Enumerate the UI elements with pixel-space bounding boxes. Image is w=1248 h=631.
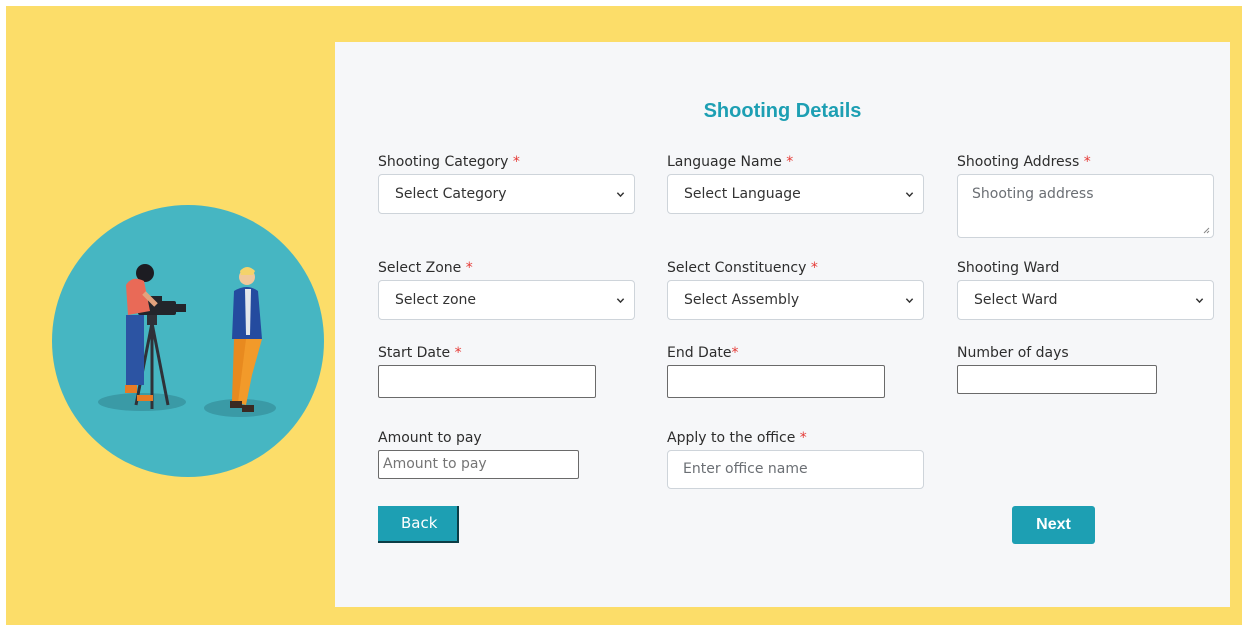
language-name-label: Language Name *	[667, 154, 793, 170]
start-date-label-text: Start Date	[378, 345, 451, 361]
shooting-category-value: Select Category	[395, 186, 507, 202]
apply-to-office-label: Apply to the office *	[667, 430, 807, 446]
shooting-category-select[interactable]: Select Category	[378, 174, 635, 214]
select-constituency-label-text: Select Constituency	[667, 260, 807, 276]
end-date-label-text: End Date	[667, 345, 732, 361]
required-asterisk: *	[512, 154, 520, 170]
film-shooting-illustration	[52, 205, 324, 477]
required-asterisk: *	[1083, 154, 1091, 170]
amount-to-pay-label: Amount to pay	[378, 430, 482, 446]
required-asterisk: *	[810, 260, 818, 276]
shooting-category-label-text: Shooting Category	[378, 154, 509, 170]
ward-value: Select Ward	[974, 292, 1058, 308]
apply-to-office-label-text: Apply to the office	[667, 430, 796, 446]
form-title: Shooting Details	[703, 100, 862, 122]
start-date-label: Start Date *	[378, 345, 462, 361]
required-asterisk: *	[454, 345, 462, 361]
required-asterisk: *	[465, 260, 473, 276]
chevron-down-icon	[905, 298, 914, 304]
zone-select[interactable]: Select zone	[378, 280, 635, 320]
shooting-address-textarea[interactable]: Shooting address	[957, 174, 1214, 238]
required-asterisk: *	[799, 430, 807, 446]
amount-to-pay-placeholder: Amount to pay	[383, 456, 487, 472]
select-zone-label-text: Select Zone	[378, 260, 462, 276]
select-zone-label: Select Zone *	[378, 260, 473, 276]
number-of-days-input[interactable]	[957, 365, 1157, 394]
constituency-value: Select Assembly	[684, 292, 800, 308]
required-asterisk: *	[731, 345, 739, 361]
language-value: Select Language	[684, 186, 801, 202]
select-constituency-label: Select Constituency *	[667, 260, 818, 276]
page-frame: Shooting Details Shooting Category * Sel…	[6, 6, 1242, 625]
back-button[interactable]: Back	[378, 506, 459, 543]
number-of-days-label-text: Number of days	[957, 345, 1069, 361]
constituency-select[interactable]: Select Assembly	[667, 280, 924, 320]
language-name-label-text: Language Name	[667, 154, 782, 170]
shooting-address-label-text: Shooting Address	[957, 154, 1080, 170]
chevron-down-icon	[1195, 298, 1204, 304]
number-of-days-label: Number of days	[957, 345, 1069, 361]
end-date-label: End Date*	[667, 345, 739, 361]
end-date-input[interactable]	[667, 365, 885, 398]
shooting-address-placeholder: Shooting address	[972, 186, 1094, 202]
chevron-down-icon	[905, 192, 914, 198]
resize-grip-icon[interactable]	[1202, 226, 1210, 234]
start-date-input[interactable]	[378, 365, 596, 398]
shooting-category-label: Shooting Category *	[378, 154, 520, 170]
zone-value: Select zone	[395, 292, 477, 308]
office-name-input[interactable]: Enter office name	[667, 450, 924, 489]
required-asterisk: *	[786, 154, 794, 170]
office-name-placeholder: Enter office name	[683, 461, 808, 477]
chevron-down-icon	[616, 192, 625, 198]
shooting-address-label: Shooting Address *	[957, 154, 1091, 170]
amount-to-pay-label-text: Amount to pay	[378, 430, 482, 446]
form-panel: Shooting Details Shooting Category * Sel…	[335, 42, 1230, 607]
shooting-ward-label: Shooting Ward	[957, 260, 1059, 276]
next-button[interactable]: Next	[1012, 506, 1095, 544]
amount-to-pay-input[interactable]: Amount to pay	[378, 450, 579, 479]
language-select[interactable]: Select Language	[667, 174, 924, 214]
shooting-ward-label-text: Shooting Ward	[957, 260, 1060, 276]
ward-select[interactable]: Select Ward	[957, 280, 1214, 320]
chevron-down-icon	[616, 298, 625, 304]
